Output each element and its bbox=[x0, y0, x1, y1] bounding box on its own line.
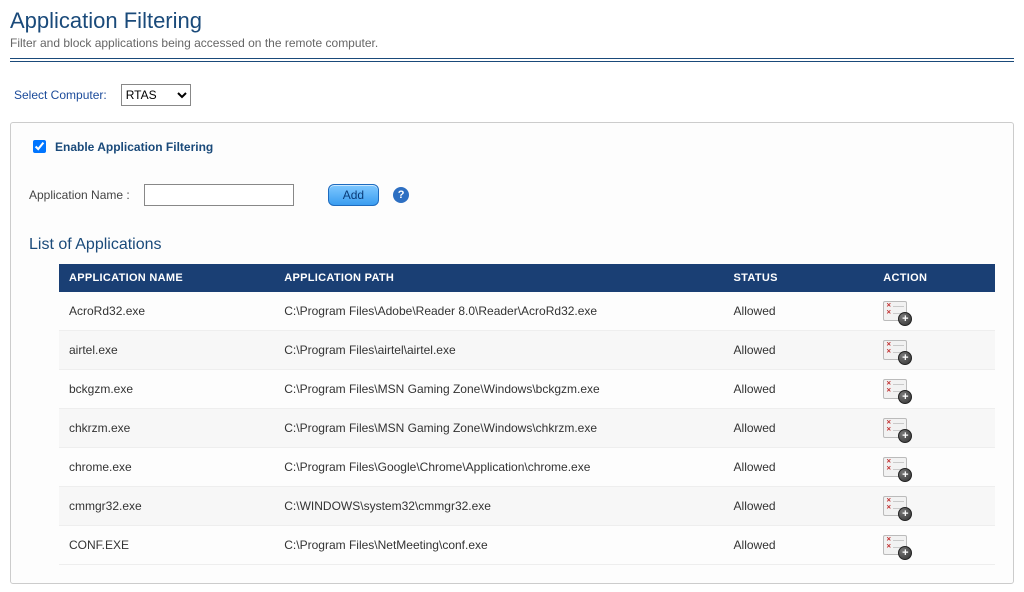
cell-app-name: chrome.exe bbox=[59, 448, 274, 487]
cell-app-action: ✕✕+ bbox=[873, 370, 995, 409]
select-computer-label: Select Computer: bbox=[14, 88, 107, 102]
cell-app-status: Allowed bbox=[724, 526, 874, 565]
cell-app-name: cmmgr32.exe bbox=[59, 487, 274, 526]
block-list-icon[interactable]: ✕✕+ bbox=[883, 340, 907, 360]
cell-app-status: Allowed bbox=[724, 370, 874, 409]
table-row: airtel.exeC:\Program Files\airtel\airtel… bbox=[59, 331, 995, 370]
cell-app-action: ✕✕+ bbox=[873, 448, 995, 487]
cell-app-action: ✕✕+ bbox=[873, 487, 995, 526]
add-application-row: Application Name : Add ? bbox=[29, 184, 995, 206]
cell-app-status: Allowed bbox=[724, 448, 874, 487]
cell-app-name: chkrzm.exe bbox=[59, 409, 274, 448]
col-header-name: APPLICATION NAME bbox=[59, 264, 274, 292]
cell-app-action: ✕✕+ bbox=[873, 331, 995, 370]
table-row: bckgzm.exeC:\Program Files\MSN Gaming Zo… bbox=[59, 370, 995, 409]
cell-app-status: Allowed bbox=[724, 409, 874, 448]
enable-filtering-checkbox[interactable] bbox=[33, 140, 46, 153]
application-name-input[interactable] bbox=[144, 184, 294, 206]
cell-app-path: C:\Program Files\MSN Gaming Zone\Windows… bbox=[274, 409, 723, 448]
page-subtitle: Filter and block applications being acce… bbox=[10, 36, 1014, 50]
computer-selector-row: Select Computer: RTAS bbox=[14, 84, 1014, 106]
cell-app-action: ✕✕+ bbox=[873, 409, 995, 448]
table-row: chrome.exeC:\Program Files\Google\Chrome… bbox=[59, 448, 995, 487]
list-heading: List of Applications bbox=[29, 236, 995, 254]
application-name-label: Application Name : bbox=[29, 188, 130, 202]
table-row: CONF.EXEC:\Program Files\NetMeeting\conf… bbox=[59, 526, 995, 565]
cell-app-path: C:\Program Files\Google\Chrome\Applicati… bbox=[274, 448, 723, 487]
cell-app-name: AcroRd32.exe bbox=[59, 292, 274, 331]
block-list-icon[interactable]: ✕✕+ bbox=[883, 379, 907, 399]
cell-app-action: ✕✕+ bbox=[873, 526, 995, 565]
header-divider bbox=[10, 58, 1014, 62]
filtering-panel: Enable Application Filtering Application… bbox=[10, 122, 1014, 584]
cell-app-action: ✕✕+ bbox=[873, 292, 995, 331]
cell-app-path: C:\Program Files\airtel\airtel.exe bbox=[274, 331, 723, 370]
cell-app-name: CONF.EXE bbox=[59, 526, 274, 565]
select-computer-dropdown[interactable]: RTAS bbox=[121, 84, 191, 106]
table-header-row: APPLICATION NAME APPLICATION PATH STATUS… bbox=[59, 264, 995, 292]
cell-app-name: bckgzm.exe bbox=[59, 370, 274, 409]
block-list-icon[interactable]: ✕✕+ bbox=[883, 496, 907, 516]
enable-filtering-row: Enable Application Filtering bbox=[29, 137, 995, 156]
cell-app-status: Allowed bbox=[724, 292, 874, 331]
enable-filtering-label: Enable Application Filtering bbox=[55, 140, 213, 154]
cell-app-path: C:\Program Files\MSN Gaming Zone\Windows… bbox=[274, 370, 723, 409]
table-row: chkrzm.exeC:\Program Files\MSN Gaming Zo… bbox=[59, 409, 995, 448]
cell-app-path: C:\Program Files\Adobe\Reader 8.0\Reader… bbox=[274, 292, 723, 331]
col-header-path: APPLICATION PATH bbox=[274, 264, 723, 292]
cell-app-status: Allowed bbox=[724, 487, 874, 526]
cell-app-path: C:\WINDOWS\system32\cmmgr32.exe bbox=[274, 487, 723, 526]
block-list-icon[interactable]: ✕✕+ bbox=[883, 418, 907, 438]
cell-app-name: airtel.exe bbox=[59, 331, 274, 370]
add-button[interactable]: Add bbox=[328, 184, 379, 206]
block-list-icon[interactable]: ✕✕+ bbox=[883, 301, 907, 321]
applications-table: APPLICATION NAME APPLICATION PATH STATUS… bbox=[59, 264, 995, 565]
block-list-icon[interactable]: ✕✕+ bbox=[883, 457, 907, 477]
table-row: cmmgr32.exeC:\WINDOWS\system32\cmmgr32.e… bbox=[59, 487, 995, 526]
cell-app-status: Allowed bbox=[724, 331, 874, 370]
table-row: AcroRd32.exeC:\Program Files\Adobe\Reade… bbox=[59, 292, 995, 331]
block-list-icon[interactable]: ✕✕+ bbox=[883, 535, 907, 555]
help-icon[interactable]: ? bbox=[393, 187, 409, 203]
col-header-status: STATUS bbox=[724, 264, 874, 292]
cell-app-path: C:\Program Files\NetMeeting\conf.exe bbox=[274, 526, 723, 565]
page-title: Application Filtering bbox=[10, 8, 1014, 34]
col-header-action: ACTION bbox=[873, 264, 995, 292]
